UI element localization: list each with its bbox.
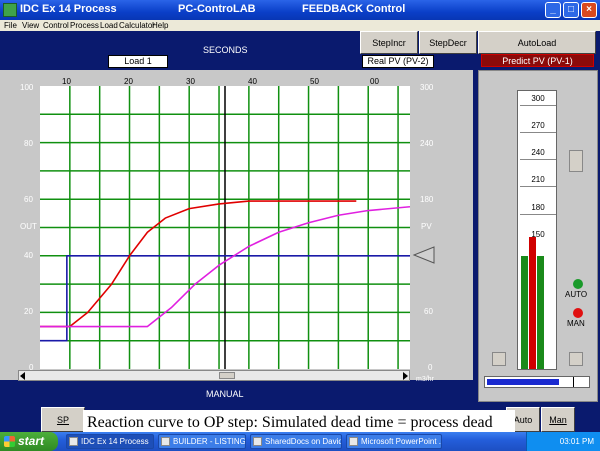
auto-led-icon: [573, 279, 583, 289]
minimize-icon[interactable]: _: [545, 2, 561, 18]
output-decrease-icon[interactable]: [492, 352, 506, 366]
setpoint-pointer-icon[interactable]: [412, 246, 436, 264]
menu-help[interactable]: Help: [152, 20, 168, 31]
gauge-tick: 150: [531, 230, 545, 239]
gauge-tick-line: [520, 159, 556, 160]
gauge-tick-line: [520, 186, 556, 187]
gauge-tick-line: [520, 132, 556, 133]
app-icon: [3, 3, 17, 17]
pv-bargraph: 300 270 240 210 180 150: [517, 90, 557, 370]
menu-view[interactable]: View: [22, 20, 39, 31]
task-label: Microsoft PowerPoint ...: [361, 437, 442, 446]
sp-button[interactable]: SP: [41, 407, 85, 432]
y-left-tick: 80: [24, 139, 33, 148]
output-slider-marker: [573, 377, 574, 387]
gauge-tick-line: [520, 105, 556, 106]
task-builder[interactable]: BUILDER - LISTING: ...: [158, 434, 246, 449]
output-increase-icon[interactable]: [569, 352, 583, 366]
menu-load[interactable]: Load: [100, 20, 118, 31]
system-tray: 03:01 PM: [526, 432, 600, 451]
x-tick: 30: [186, 77, 195, 86]
step-decr-button[interactable]: StepDecr: [419, 31, 477, 54]
out-axis-label: OUT: [20, 222, 37, 231]
task-app-icon: [161, 437, 170, 446]
task-label: IDC Ex 14 Process: [81, 437, 149, 446]
gauge-tick: 210: [531, 175, 545, 184]
menu-bar: File View Control Process Load Calculato…: [0, 20, 600, 31]
trend-chart: [40, 86, 411, 369]
start-button[interactable]: start: [0, 432, 58, 451]
y-right-tick: 180: [420, 195, 434, 204]
mode-manual-label: MANUAL: [206, 389, 244, 399]
window-title: IDC Ex 14 Process: [20, 3, 117, 15]
time-axis-label: SECONDS: [203, 45, 248, 55]
load-box: Load 1: [108, 55, 168, 68]
real-pv-label: Real PV (PV-2): [362, 55, 434, 68]
folder-icon: [253, 437, 262, 446]
task-powerpoint[interactable]: Microsoft PowerPoint ...: [346, 434, 442, 449]
menu-file[interactable]: File: [4, 20, 17, 31]
auto-load-button[interactable]: AutoLoad: [478, 31, 596, 54]
windows-logo-icon: [4, 436, 15, 447]
task-shareddocs[interactable]: SharedDocs on David'...: [250, 434, 342, 449]
y-left-tick: 100: [20, 83, 34, 92]
output-slider[interactable]: [484, 376, 590, 388]
x-tick: 50: [310, 77, 319, 86]
clock: 03:01 PM: [559, 437, 594, 446]
predict-pv-label: Predict PV (PV-1): [481, 54, 594, 67]
title-bar: IDC Ex 14 Process PC-ControLAB FEEDBACK …: [0, 0, 600, 20]
x-tick: 40: [248, 77, 257, 86]
start-label: start: [18, 434, 45, 448]
x-tick: 10: [62, 77, 71, 86]
menu-control[interactable]: Control: [43, 20, 69, 31]
y-left-tick: 40: [24, 251, 33, 260]
time-scrollbar[interactable]: [18, 370, 410, 381]
gauge-tick: 270: [531, 121, 545, 130]
taskbar: start IDC Ex 14 Process BUILDER - LISTIN…: [0, 432, 600, 451]
task-label: BUILDER - LISTING: ...: [173, 437, 246, 446]
scroll-right-icon[interactable]: [403, 372, 408, 380]
x-tick: 00: [370, 77, 379, 86]
app-center-title: PC-ControLAB: [178, 3, 256, 15]
setpoint-raise-icon[interactable]: [569, 150, 583, 172]
task-idc-ex14[interactable]: IDC Ex 14 Process: [66, 434, 154, 449]
powerpoint-icon: [349, 437, 358, 446]
task-app-icon: [69, 437, 78, 446]
maximize-icon[interactable]: □: [563, 2, 579, 18]
gauge-tick: 240: [531, 148, 545, 157]
pv-axis-label: PV: [421, 222, 432, 231]
gauge-tick: 300: [531, 94, 545, 103]
pv-bar: [529, 237, 536, 369]
y-left-tick: 60: [24, 195, 33, 204]
y-left-tick: 20: [24, 307, 33, 316]
close-icon[interactable]: ×: [581, 2, 597, 18]
mode-title: FEEDBACK Control: [302, 3, 406, 15]
gauge-tick-line: [520, 214, 556, 215]
task-label: SharedDocs on David'...: [265, 437, 341, 446]
step-incr-button[interactable]: StepIncr: [360, 31, 418, 54]
menu-process[interactable]: Process: [70, 20, 99, 31]
man-led-icon: [573, 308, 583, 318]
sp-bar: [537, 256, 544, 369]
scroll-thumb[interactable]: [219, 372, 235, 379]
menu-calculator[interactable]: Calculator: [119, 20, 155, 31]
output-slider-fill: [487, 379, 559, 385]
y-right-tick: 300: [420, 83, 434, 92]
x-tick: 20: [124, 77, 133, 86]
man-label: MAN: [567, 319, 585, 328]
y-right-tick: 60: [424, 307, 433, 316]
trend-svg: [40, 86, 411, 369]
output-bar: [521, 256, 528, 369]
y-right-tick: 0: [428, 363, 433, 372]
man-button[interactable]: Man: [541, 407, 575, 432]
units-label: m3/hr: [416, 376, 434, 383]
scroll-left-icon[interactable]: [20, 372, 25, 380]
gauge-tick: 180: [531, 203, 545, 212]
y-right-tick: 240: [420, 139, 434, 148]
auto-label: AUTO: [565, 290, 588, 299]
